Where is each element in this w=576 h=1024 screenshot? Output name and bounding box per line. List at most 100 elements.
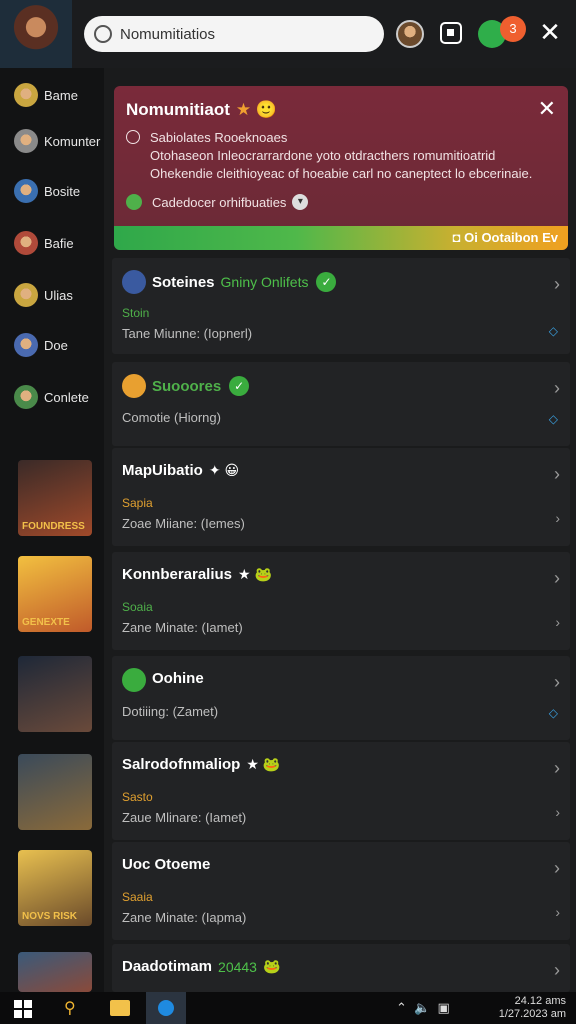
notification-heading-text: Sabiolates Rooeknoaes [150,130,288,145]
progress-label[interactable]: ◘ Oi Ootaibon Ev [453,230,558,245]
close-icon[interactable]: ✕ [538,96,556,122]
taskbar-search-icon[interactable]: ⚲ [64,998,76,1018]
game-thumbnail[interactable]: GENEXTE [18,556,92,632]
sidebar-item-label: Ulias [44,287,73,303]
emoji-icon: 🐸 [262,958,281,974]
notification-banner: Nomumitiaot ★ 🙂 ✕ Sabiolates Rooeknoaes O… [114,86,568,250]
sidebar-item[interactable]: Komunter [14,126,100,156]
card-title-text: Daadotimam [122,958,213,975]
profile-avatar[interactable] [0,0,72,68]
sidebar-item[interactable]: Bosite [14,176,80,206]
card-title: Soteines Gniny Onlifets ✓ [152,272,337,292]
chevron-right-icon[interactable]: › [554,568,560,589]
chevron-right-icon[interactable]: › [554,758,560,779]
chevron-right-icon[interactable]: › [555,804,560,820]
sidebar-item-label: Bame [44,87,78,103]
list-card[interactable]: Suooores ✓ › Comotie (Hiorng) ◇ [112,362,570,446]
sidebar-item[interactable]: Doe [14,330,68,360]
chevron-right-icon[interactable]: › [555,510,560,526]
card-detail: Tane Miunne: (Iopnerl) [122,326,253,341]
sidebar-item[interactable]: Ulias [14,280,73,310]
sidebar-item[interactable]: Bame [14,80,78,110]
chevron-right-icon[interactable]: › [554,274,560,295]
card-title: MapUibatio ✦ 😀 [122,462,239,479]
user-avatar[interactable] [396,20,424,48]
system-tray[interactable]: ⌃ 🔈 ▣ [396,1000,450,1016]
card-title-text: Uoc Otoeme [122,856,211,873]
browser-icon[interactable] [146,992,186,1024]
status-text: Gniny Onlifets [220,274,309,290]
notification-title: Nomumitiaot ★ 🙂 [126,100,277,120]
card-title-text: Suooores [152,377,222,395]
card-title-text: Soteines [152,273,215,291]
thumbnail-label: GENEXTE [22,617,70,628]
chevron-down-icon[interactable]: ▾ [292,194,309,210]
search-icon [94,25,112,43]
star-icon [14,83,38,107]
card-title: Uoc Otoeme [122,856,210,873]
file-explorer-icon[interactable] [110,1000,130,1016]
chevron-right-icon[interactable]: › [555,904,560,920]
card-title: Salrodofnmaliop ★ 🐸 [122,756,280,773]
notification-status[interactable]: Cadedocer orhifbuaties ▾ [126,194,309,210]
list-card[interactable]: MapUibatio ✦ 😀 › Sapia Zoae Miiane: (Iemes) › [112,448,570,546]
card-detail: Zaue Mlinare: (Iamet) [122,810,247,825]
card-detail: Dotiiing: (Zamet) [122,704,219,719]
card-title: Konnberaralius ★ 🐸 [122,566,272,583]
notification-status-text: Cadedocer orhifbuaties [152,194,287,210]
avatar-icon [122,270,146,294]
diamond-icon[interactable]: ◇ [549,324,558,338]
search-input[interactable] [120,25,370,43]
card-subtitle: Saaia [122,890,153,904]
thumbnail-label: FOUNDRESS [22,521,85,532]
sidebar-item-label: Bafie [44,235,74,251]
sidebar-item-label: Komunter [44,133,101,149]
list-card[interactable]: Salrodofnmaliop ★ 🐸 › Sasto Zaue Mlinare: (I… [112,742,570,840]
check-badge-icon: ✓ [229,376,250,396]
list-card[interactable]: Uoc Otoeme › Saaia Zane Minate: (Iapma) › [112,842,570,940]
card-subtitle: Sapia [122,496,153,510]
game-thumbnail[interactable]: NOVS RISK [18,850,92,926]
clock[interactable]: 24.12 ams 1/27.2023 am [499,995,566,1021]
search-box[interactable] [84,16,384,52]
clock-date: 1/27.2023 am [498,1008,566,1020]
game-thumbnail[interactable]: FOUNDRESS [18,460,92,536]
game-thumbnail[interactable] [18,952,92,992]
hero-icon [14,283,38,307]
person-icon [14,129,38,153]
sidebar-item[interactable]: Conlete [14,382,89,412]
sidebar-item[interactable]: Bafie [14,228,74,258]
list-card[interactable]: Oohine › Dotiiing: (Zamet) ◇ [112,656,570,740]
window-icon[interactable] [440,22,462,44]
notification-badge[interactable]: 3 [500,16,526,42]
emoji-icon: ★ 🐸 [238,566,272,582]
list-card[interactable]: Daadotimam 20443 🐸 › [112,944,570,992]
notification-body-line2: Ohekendie cleithioyeac of hoeabie carl n… [150,166,533,181]
close-icon[interactable]: ✕ [536,18,564,46]
chevron-right-icon[interactable]: › [554,960,560,981]
card-subtitle: Stoin [122,306,150,320]
hero-icon [14,179,38,203]
taskbar: ⚲ ⌃ 🔈 ▣ 24.12 ams 1/27.2023 am [0,992,576,1024]
status-text: 20443 [218,958,257,975]
card-title-text: MapUibatio [122,462,203,479]
windows-start-icon[interactable] [14,1000,32,1018]
chevron-right-icon[interactable]: › [555,614,560,630]
game-thumbnail[interactable] [18,754,92,830]
card-title: Suooores ✓ [152,376,250,396]
chevron-right-icon[interactable]: › [554,464,560,485]
chevron-right-icon[interactable]: › [554,672,560,693]
diamond-icon[interactable]: ◇ [549,706,558,720]
diamond-icon[interactable]: ◇ [549,412,558,426]
leaf-icon [126,194,142,210]
hero-icon [14,333,38,357]
list-card[interactable]: Konnberaralius ★ 🐸 › Soaia Zane Minate: (Iam… [112,552,570,650]
game-thumbnail[interactable] [18,656,92,732]
progress-bar: ◘ Oi Ootaibon Ev [114,226,568,250]
list-card[interactable]: Soteines Gniny Onlifets ✓ › Stoin Tane Miunne… [112,258,570,354]
chevron-right-icon[interactable]: › [554,858,560,879]
sidebar-item-label: Conlete [44,389,89,405]
notification-title-text: Nomumitiaot [126,100,230,119]
chevron-right-icon[interactable]: › [554,378,560,399]
hero-icon [14,385,38,409]
